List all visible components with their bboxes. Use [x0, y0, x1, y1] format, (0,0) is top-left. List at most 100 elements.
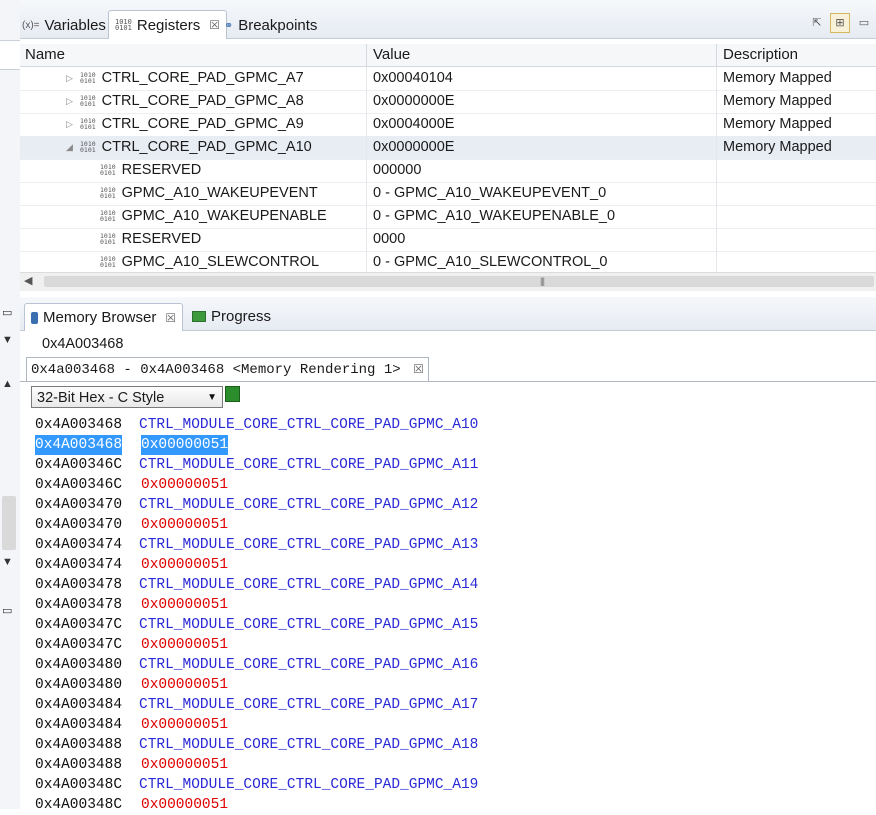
memory-address: 0x4A003474: [35, 537, 123, 553]
tab-memory-browser[interactable]: Memory Browser ☒: [24, 303, 184, 331]
memory-value[interactable]: 0x00000051: [141, 715, 228, 735]
collapse-all-icon[interactable]: ⇱: [807, 13, 827, 33]
format-select[interactable]: 32-Bit Hex - C Style ▼: [31, 386, 223, 408]
memory-value[interactable]: 0x00000051: [141, 675, 228, 695]
memory-symbol-label: CTRL_MODULE_CORE_CTRL_CORE_PAD_GPMC_A12: [139, 497, 479, 513]
table-row[interactable]: ▷ 1010 0101 CTRL_CORE_PAD_GPMC_A9 0x0004000…: [20, 113, 876, 137]
close-icon[interactable]: ☒: [413, 363, 424, 377]
memory-browser-view: Memory Browser ☒ Progress 0x4a003468 - 0…: [20, 297, 876, 813]
memory-value[interactable]: 0x00000051: [141, 755, 228, 775]
memory-value[interactable]: 0x00000051: [141, 555, 228, 575]
register-icon: 1010 0101: [80, 94, 96, 109]
memory-row[interactable]: 0x4A003468 0x00000051: [35, 435, 835, 455]
memory-row[interactable]: 0x4A003470 0x00000051: [35, 515, 835, 535]
memory-row[interactable]: 0x4A003484 0x00000051: [35, 715, 835, 735]
horizontal-scrollbar[interactable]: ◀ |||: [20, 272, 876, 291]
restore-icon[interactable]: ▭: [2, 306, 12, 319]
memory-row[interactable]: 0x4A003474 0x00000051: [35, 555, 835, 575]
register-name-cell: 1010 0101 RESERVED: [100, 159, 201, 182]
left-scrollbar-thumb[interactable]: [2, 496, 16, 550]
memory-value[interactable]: 0x00000051: [141, 595, 228, 615]
register-value: 0000: [373, 231, 406, 247]
table-row[interactable]: 1010 0101 RESERVED 0000: [20, 228, 876, 252]
register-value: 0 - GPMC_A10_SLEWCONTROL_0: [373, 254, 608, 270]
scroll-left-icon[interactable]: ◀: [24, 274, 32, 287]
left-side-panel-strip: ▭ ▼ ▲ ▼ ▭: [0, 0, 21, 809]
scrollbar-thumb[interactable]: |||: [44, 276, 874, 287]
memory-row[interactable]: 0x4A003488 0x00000051: [35, 755, 835, 775]
memory-value[interactable]: 0x00000051: [141, 795, 228, 815]
memory-value[interactable]: 0x00000051: [141, 435, 229, 455]
memory-row[interactable]: 0x4A003488 CTRL_MODULE_CORE_CTRL_CORE_PAD…: [35, 735, 835, 755]
address-input[interactable]: [42, 333, 862, 355]
register-name: GPMC_A10_WAKEUPEVENT: [121, 185, 318, 201]
memory-row[interactable]: 0x4A00347C 0x00000051: [35, 635, 835, 655]
memory-value[interactable]: 0x00000051: [141, 635, 228, 655]
memory-value[interactable]: 0x00000051: [141, 515, 228, 535]
table-row[interactable]: ◢ 1010 0101 CTRL_CORE_PAD_GPMC_A10 0x000000…: [20, 136, 876, 160]
memory-row[interactable]: 0x4A003480 CTRL_MODULE_CORE_CTRL_CORE_PAD…: [35, 655, 835, 675]
column-header-value[interactable]: Value: [373, 44, 410, 66]
column-header-name[interactable]: Name: [25, 44, 65, 66]
register-name: RESERVED: [121, 162, 202, 178]
left-panel-fragment: [0, 40, 20, 70]
memory-symbol-label: CTRL_MODULE_CORE_CTRL_CORE_PAD_GPMC_A17: [139, 697, 479, 713]
memory-symbol-label: CTRL_MODULE_CORE_CTRL_CORE_PAD_GPMC_A11: [139, 457, 479, 473]
table-row[interactable]: ▷ 1010 0101 CTRL_CORE_PAD_GPMC_A7 0x0004010…: [20, 67, 876, 91]
column-header-description[interactable]: Description: [723, 44, 798, 66]
register-value: 0 - GPMC_A10_WAKEUPEVENT_0: [373, 185, 607, 201]
memory-row[interactable]: 0x4A003470 CTRL_MODULE_CORE_CTRL_CORE_PAD…: [35, 495, 835, 515]
register-icon: 1010 0101: [100, 232, 116, 247]
tab-memory-rendering[interactable]: 0x4a003468 - 0x4A003468 <Memory Renderin…: [26, 357, 429, 382]
tab-progress[interactable]: Progress: [192, 303, 271, 330]
memory-symbol-label: CTRL_MODULE_CORE_CTRL_CORE_PAD_GPMC_A10: [139, 417, 479, 433]
scroll-down-icon[interactable]: ▼: [2, 556, 13, 568]
expand-icon[interactable]: ▷: [66, 113, 73, 136]
table-row[interactable]: ▷ 1010 0101 CTRL_CORE_PAD_GPMC_A8 0x0000000…: [20, 90, 876, 114]
memory-tabbar: Memory Browser ☒ Progress: [20, 297, 876, 331]
memory-row[interactable]: 0x4A00348C CTRL_MODULE_CORE_CTRL_CORE_PAD…: [35, 775, 835, 795]
table-row[interactable]: 1010 0101 RESERVED 000000: [20, 159, 876, 183]
new-rendering-icon[interactable]: [225, 386, 240, 402]
tab-breakpoints[interactable]: ⚭ Breakpoints: [224, 12, 317, 38]
restore-icon[interactable]: ▭: [2, 604, 12, 617]
tab-variables[interactable]: (x)= Variables: [22, 12, 106, 38]
memory-address: 0x4A00347C: [35, 637, 123, 653]
memory-value[interactable]: 0x00000051: [141, 475, 228, 495]
register-icon: 1010 0101: [80, 71, 96, 86]
close-icon[interactable]: ☒: [165, 311, 176, 325]
close-icon[interactable]: ☒: [209, 18, 220, 32]
memory-row[interactable]: 0x4A00348C 0x00000051: [35, 795, 835, 815]
memory-row[interactable]: 0x4A003474 CTRL_MODULE_CORE_CTRL_CORE_PAD…: [35, 535, 835, 555]
collapse-icon[interactable]: ◢: [66, 136, 73, 159]
memory-address: 0x4A00348C: [35, 777, 123, 793]
memory-row[interactable]: 0x4A00346C CTRL_MODULE_CORE_CTRL_CORE_PAD…: [35, 455, 835, 475]
memory-row[interactable]: 0x4A003478 0x00000051: [35, 595, 835, 615]
register-icon: 1010 0101: [100, 186, 116, 201]
chevron-down-icon[interactable]: ▼: [2, 334, 13, 346]
memory-symbol-label: CTRL_MODULE_CORE_CTRL_CORE_PAD_GPMC_A16: [139, 657, 479, 673]
memory-row[interactable]: 0x4A003478 CTRL_MODULE_CORE_CTRL_CORE_PAD…: [35, 575, 835, 595]
table-row[interactable]: 1010 0101 GPMC_A10_WAKEUPEVENT 0 - GPMC_A1…: [20, 182, 876, 206]
expand-icon[interactable]: ▷: [66, 90, 73, 113]
register-name-cell: 1010 0101 CTRL_CORE_PAD_GPMC_A7: [80, 67, 304, 90]
register-name: GPMC_A10_WAKEUPENABLE: [121, 208, 327, 224]
memory-row[interactable]: 0x4A00346C 0x00000051: [35, 475, 835, 495]
memory-symbol-label: CTRL_MODULE_CORE_CTRL_CORE_PAD_GPMC_A18: [139, 737, 479, 753]
tab-label: Memory Browser: [43, 309, 157, 326]
expand-icon[interactable]: ▷: [66, 67, 73, 90]
tab-registers[interactable]: 1010 0101 Registers ☒: [108, 10, 227, 39]
memory-address: 0x4A00348C: [35, 797, 123, 813]
scroll-up-icon[interactable]: ▲: [2, 378, 13, 390]
memory-row[interactable]: 0x4A003480 0x00000051: [35, 675, 835, 695]
register-name-cell: 1010 0101 RESERVED: [100, 228, 201, 251]
register-description: Memory Mapped: [723, 93, 832, 109]
memory-row[interactable]: 0x4A00347C CTRL_MODULE_CORE_CTRL_CORE_PAD…: [35, 615, 835, 635]
toggle-layout-icon[interactable]: ⊞: [830, 13, 850, 33]
tab-label: Breakpoints: [238, 16, 318, 34]
minimize-view-icon[interactable]: ▭: [854, 13, 874, 33]
table-row[interactable]: 1010 0101 GPMC_A10_WAKEUPENABLE 0 - GPMC_A…: [20, 205, 876, 229]
memory-row[interactable]: 0x4A003484 CTRL_MODULE_CORE_CTRL_CORE_PAD…: [35, 695, 835, 715]
rendering-tab-label: 0x4a003468 - 0x4A003468 <Memory Renderin…: [31, 362, 401, 378]
memory-row[interactable]: 0x4A003468 CTRL_MODULE_CORE_CTRL_CORE_PAD…: [35, 415, 835, 435]
